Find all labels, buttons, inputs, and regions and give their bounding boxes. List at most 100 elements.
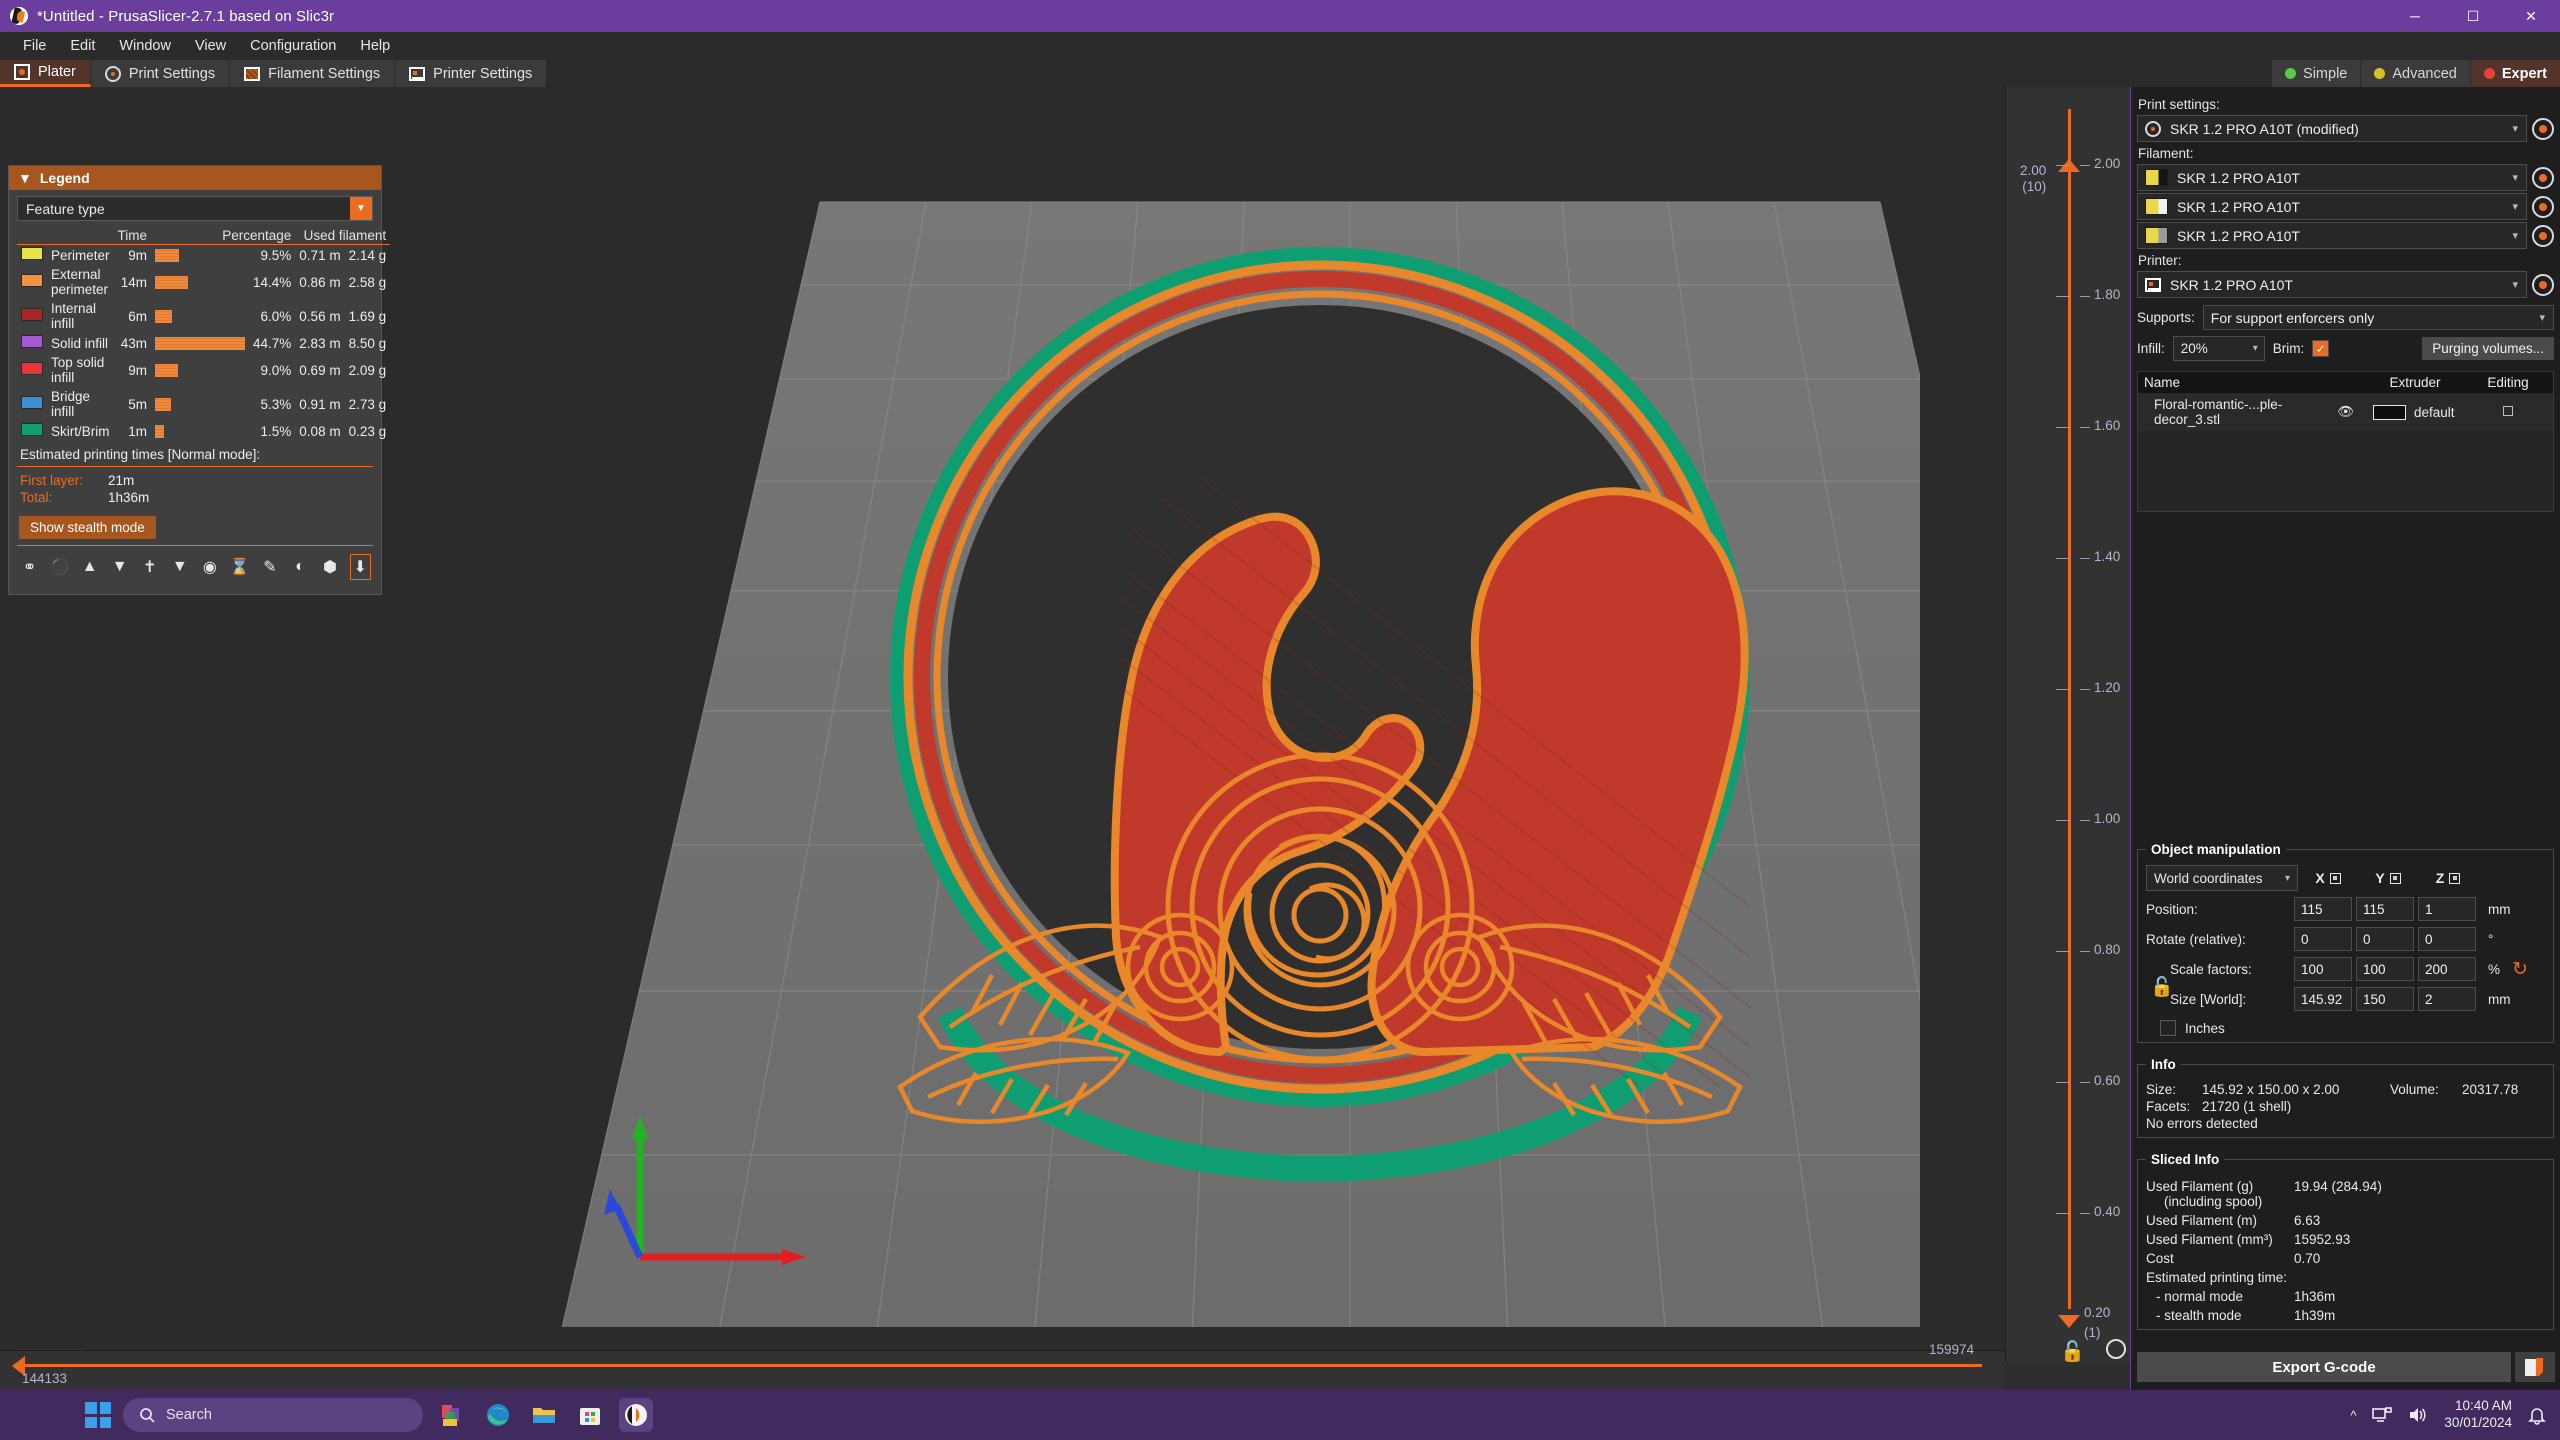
legend-row[interactable]: Solid infill 43m 44.7% 2.83 m 8.50 g (17, 333, 390, 353)
extruder-icon[interactable]: ⬇ (349, 554, 371, 580)
shells-icon[interactable]: ◐ (289, 554, 310, 580)
layer-slider[interactable]: 2.00 (10) 2.00 1.80 1.60 1.40 1.20 1.00 0.80 0.… (2005, 87, 2130, 1364)
taskbar-app-prusaslicer[interactable] (619, 1398, 653, 1432)
inches-checkbox[interactable] (2160, 1020, 2176, 1036)
reset-scale-icon[interactable]: ↻ (2512, 958, 2528, 981)
manipulation-z-input-0[interactable]: 1 (2418, 897, 2476, 921)
tab-printer-settings[interactable]: Printer Settings (395, 60, 548, 87)
move-slider-track[interactable]: 159974 (22, 1342, 1982, 1367)
chevron-down-icon[interactable]: ▼ (350, 197, 372, 220)
legend-row[interactable]: Skirt/Brim 1m 1.5% 0.08 m 0.23 g (17, 421, 390, 441)
print-settings-edit-button[interactable] (2532, 117, 2554, 140)
color-changes-icon[interactable]: ◉ (199, 554, 220, 580)
show-stealth-mode-button[interactable]: Show stealth mode (19, 516, 156, 539)
pause-prints-icon[interactable]: ⌛ (229, 554, 250, 580)
tab-filament-settings[interactable]: Filament Settings (230, 60, 396, 87)
wipe-icon[interactable]: ✝ (139, 554, 160, 580)
chevron-down-icon[interactable]: ▾ (2512, 171, 2518, 184)
tool-changes-icon[interactable]: ▼ (169, 554, 190, 580)
menu-item-view[interactable]: View (184, 34, 237, 58)
printer-edit-button[interactable] (2532, 273, 2554, 296)
chevron-down-icon[interactable]: ▾ (2512, 278, 2518, 291)
chevron-down-icon[interactable]: ▾ (2512, 229, 2518, 242)
chevron-down-icon[interactable]: ▾ (2253, 343, 2258, 354)
network-icon[interactable] (2372, 1406, 2393, 1424)
manipulation-y-input-3[interactable]: 150 (2356, 987, 2414, 1011)
axis-z-reset-icon[interactable] (2449, 872, 2461, 884)
manipulation-z-input-3[interactable]: 2 (2418, 987, 2476, 1011)
object-list-empty-area[interactable] (2138, 431, 2553, 511)
brim-checkbox[interactable]: ✓ (2312, 340, 2330, 357)
mode-expert[interactable]: Expert (2469, 60, 2560, 87)
notifications-bell-icon[interactable] (2528, 1405, 2546, 1425)
manipulation-y-input-2[interactable]: 100 (2356, 957, 2414, 981)
manipulation-y-input-0[interactable]: 115 (2356, 897, 2414, 921)
volume-icon[interactable] (2408, 1406, 2428, 1424)
menu-item-configuration[interactable]: Configuration (239, 34, 347, 58)
purging-volumes-button[interactable]: Purging volumes... (2422, 337, 2554, 360)
taskbar-app-explorer[interactable] (527, 1398, 561, 1432)
export-gcode-button[interactable]: Export G-code (2137, 1352, 2511, 1382)
deretractions-icon[interactable]: ▲ (79, 554, 100, 580)
travel-icon[interactable]: ⚭ (19, 554, 40, 580)
clock[interactable]: 10:40 AM 30/01/2024 (2444, 1398, 2512, 1432)
tab-print-settings[interactable]: Print Settings (90, 60, 231, 87)
filament-select-1[interactable]: SKR 1.2 PRO A10T ▾ (2137, 164, 2527, 191)
tray-expand-icon[interactable]: ^ (2350, 1408, 2356, 1423)
print-settings-select[interactable]: SKR 1.2 PRO A10T (modified) ▾ (2137, 115, 2527, 142)
taskbar-app-store[interactable] (573, 1398, 607, 1432)
close-button[interactable]: ✕ (2502, 0, 2560, 32)
eye-icon[interactable]: 👁 (2325, 400, 2367, 424)
mode-advanced[interactable]: Advanced (2360, 60, 2470, 87)
retractions-icon[interactable]: ⚫ (49, 554, 70, 580)
legend-row[interactable]: Internal infill 6m 6.0% 0.56 m 1.69 g (17, 299, 390, 333)
coordinate-space-select[interactable]: World coordinates ▾ (2146, 865, 2298, 891)
extruder-color-swatch[interactable] (2373, 404, 2406, 420)
tab-plater[interactable]: Plater (0, 60, 91, 87)
move-slider[interactable]: 159974 144133 (0, 1342, 2005, 1390)
table-row[interactable]: Floral-romantic-...ple-decor_3.stl 👁 def… (2138, 393, 2553, 431)
export-to-sd-icon[interactable] (2515, 1352, 2555, 1382)
maximize-button[interactable]: ☐ (2444, 0, 2502, 32)
menu-item-help[interactable]: Help (349, 34, 401, 58)
manipulation-x-input-1[interactable]: 0 (2294, 927, 2352, 951)
chevron-down-icon[interactable]: ▾ (2539, 311, 2545, 324)
supports-select[interactable]: For support enforcers only ▾ (2202, 305, 2554, 330)
layer-slider-lower-thumb[interactable] (2058, 1315, 2080, 1328)
custom-gcode-icon[interactable]: ✎ (259, 554, 280, 580)
uniform-scale-lock-icon[interactable]: 🔓 (2150, 975, 2174, 999)
mode-simple[interactable]: Simple (2271, 60, 2361, 87)
minimize-button[interactable]: ─ (2386, 0, 2444, 32)
search-input[interactable]: Search (123, 1398, 423, 1432)
legend-row[interactable]: Bridge infill 5m 5.3% 0.91 m 2.73 g (17, 387, 390, 421)
edit-object-icon[interactable]: ☐ (2463, 400, 2553, 424)
filament-edit-button-1[interactable] (2532, 166, 2554, 189)
layer-lock-icon[interactable]: 🔓 (2060, 1339, 2085, 1364)
filament-select-2[interactable]: SKR 1.2 PRO A10T ▾ (2137, 193, 2527, 220)
chevron-down-icon[interactable]: ▾ (2512, 122, 2518, 135)
legend-row[interactable]: External perimeter 14m 14.4% 0.86 m 2.58 g (17, 265, 390, 299)
chevron-down-icon[interactable]: ▾ (2512, 200, 2518, 213)
chevron-down-icon[interactable]: ▾ (2285, 873, 2290, 884)
manipulation-z-input-1[interactable]: 0 (2418, 927, 2476, 951)
axis-x-reset-icon[interactable] (2329, 872, 2341, 884)
filament-edit-button-3[interactable] (2532, 224, 2554, 247)
manipulation-z-input-2[interactable]: 200 (2418, 957, 2476, 981)
manipulation-x-input-2[interactable]: 100 (2294, 957, 2352, 981)
3d-preview-canvas[interactable]: ▼ Legend Feature type ▼ Time Percentage … (0, 87, 2005, 1362)
axis-y-reset-icon[interactable] (2389, 872, 2401, 884)
manipulation-y-input-1[interactable]: 0 (2356, 927, 2414, 951)
menu-item-edit[interactable]: Edit (59, 34, 106, 58)
taskbar-app-office[interactable] (435, 1398, 469, 1432)
filament-edit-button-2[interactable] (2532, 195, 2554, 218)
start-button-icon[interactable] (85, 1402, 111, 1428)
legend-cube-icon[interactable]: ⬢ (319, 554, 340, 580)
infill-select[interactable]: 20% ▾ (2172, 336, 2265, 361)
manipulation-x-input-0[interactable]: 115 (2294, 897, 2352, 921)
legend-row[interactable]: Perimeter 9m 9.5% 0.71 m 2.14 g (17, 245, 390, 266)
menu-item-file[interactable]: File (12, 34, 57, 58)
seams-icon[interactable]: ▼ (109, 554, 130, 580)
filament-select-3[interactable]: SKR 1.2 PRO A10T ▾ (2137, 222, 2527, 249)
legend-row[interactable]: Top solid infill 9m 9.0% 0.69 m 2.09 g (17, 353, 390, 387)
manipulation-x-input-3[interactable]: 145.92 (2294, 987, 2352, 1011)
